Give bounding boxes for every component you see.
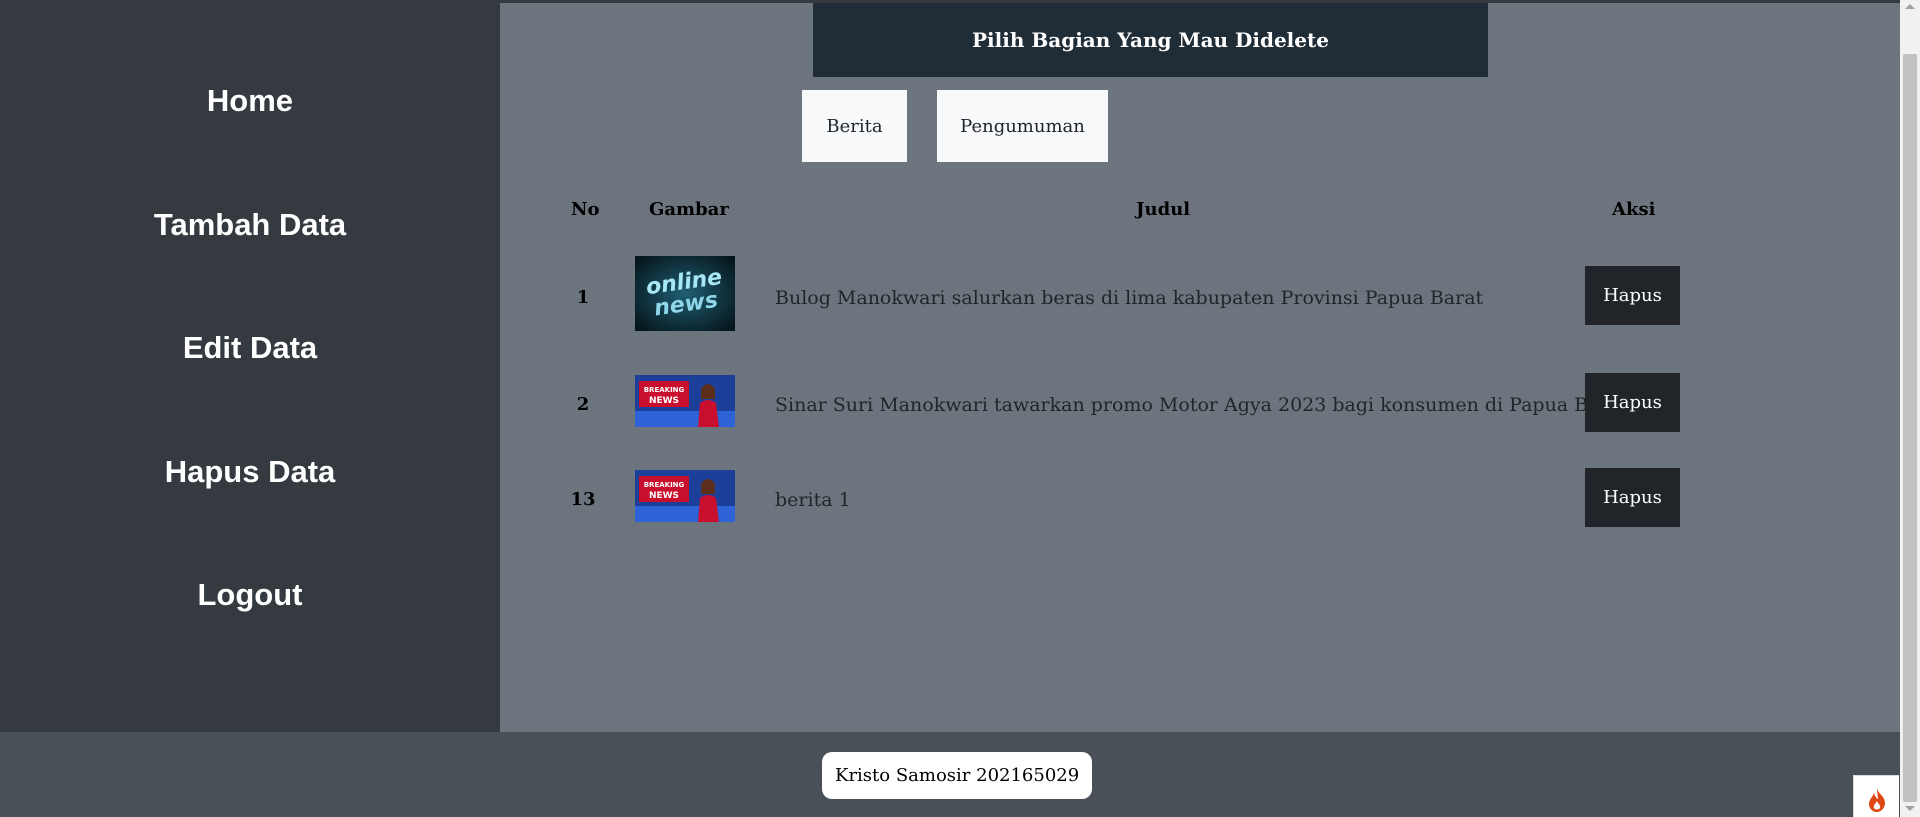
thumb-breaking-text: BREAKING	[644, 386, 685, 394]
online-news-image: online news	[635, 256, 735, 331]
main-content: Pilih Bagian Yang Mau Didelete Berita Pe…	[500, 3, 1900, 732]
scroll-thumb[interactable]	[1903, 54, 1917, 802]
flame-icon	[1868, 788, 1885, 812]
column-header-no: No	[571, 199, 600, 220]
row-title: Bulog Manokwari salurkan beras di lima k…	[775, 287, 1484, 309]
row-number: 2	[576, 394, 590, 415]
breaking-news-thumbnail: BREAKING NEWS	[635, 470, 735, 522]
sidebar: Home Tambah Data Edit Data Hapus Data Lo…	[0, 3, 500, 732]
sidebar-item-home[interactable]: Home	[0, 83, 500, 119]
scroll-up-icon[interactable]	[1905, 4, 1915, 9]
section-header: Pilih Bagian Yang Mau Didelete	[813, 3, 1488, 77]
column-header-gambar: Gambar	[649, 199, 729, 220]
sidebar-item-logout[interactable]: Logout	[0, 577, 500, 613]
row-number: 1	[576, 287, 590, 308]
online-news-thumbnail: online news	[635, 256, 735, 331]
sidebar-item-edit-data[interactable]: Edit Data	[0, 330, 500, 366]
sidebar-item-hapus-data[interactable]: Hapus Data	[0, 454, 500, 490]
hapus-button[interactable]: Hapus	[1585, 373, 1680, 432]
row-title: berita 1	[775, 489, 851, 511]
breaking-news-image: BREAKING NEWS	[635, 470, 735, 522]
thumb-news-text: NEWS	[649, 396, 679, 406]
hapus-button[interactable]: Hapus	[1585, 266, 1680, 325]
row-title: Sinar Suri Manokwari tawarkan promo Moto…	[775, 394, 1628, 416]
column-header-judul: Judul	[1136, 199, 1191, 220]
category-pengumuman-button[interactable]: Pengumuman	[937, 90, 1108, 162]
thumb-breaking-text: BREAKING	[644, 481, 685, 489]
breaking-news-thumbnail: BREAKING NEWS	[635, 375, 735, 427]
breaking-news-image: BREAKING NEWS	[635, 375, 735, 427]
scrollbar[interactable]	[1900, 0, 1920, 817]
scroll-down-icon[interactable]	[1905, 806, 1915, 811]
sidebar-item-tambah-data[interactable]: Tambah Data	[0, 207, 500, 243]
footer: Kristo Samosir 202165029	[0, 732, 1900, 817]
row-number: 13	[570, 489, 596, 510]
flame-badge[interactable]	[1853, 775, 1899, 817]
footer-credit: Kristo Samosir 202165029	[822, 752, 1093, 799]
category-berita-button[interactable]: Berita	[802, 90, 907, 162]
hapus-button[interactable]: Hapus	[1585, 468, 1680, 527]
thumb-news-text: NEWS	[649, 491, 679, 501]
column-header-aksi: Aksi	[1612, 199, 1656, 220]
